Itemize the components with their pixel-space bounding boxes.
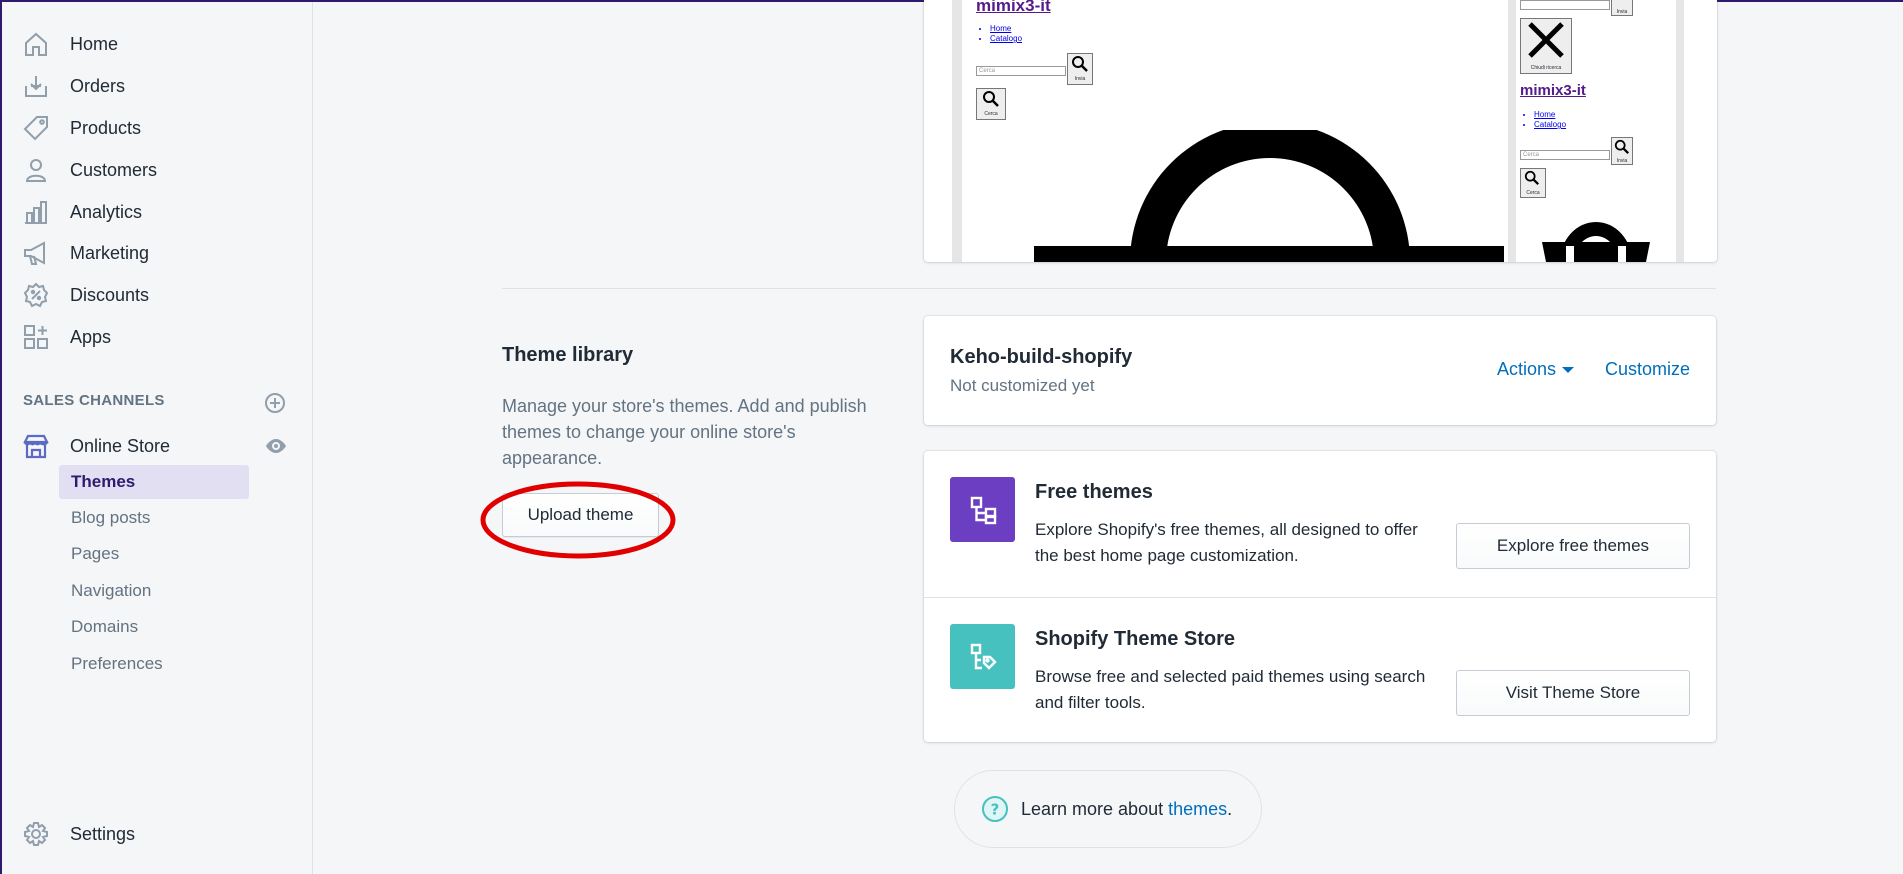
preview-search-icon — [1072, 56, 1088, 72]
help-icon: ? — [982, 796, 1008, 822]
mobile-cart-icon — [1542, 222, 1650, 262]
theme-status: Not customized yet — [950, 376, 1095, 395]
nav-label: Discounts — [70, 284, 150, 305]
eye-icon[interactable] — [264, 436, 288, 456]
theme-stores-card: Free themes Explore Shopify's free theme… — [924, 451, 1716, 742]
sub-item-preferences[interactable]: Preferences — [59, 647, 249, 681]
free-themes-row: Free themes Explore Shopify's free theme… — [924, 451, 1716, 596]
preview-link: Catalogo — [1534, 120, 1566, 130]
svg-text:?: ? — [991, 801, 1000, 819]
mobile-search-input-2: Cerca — [1520, 150, 1610, 160]
sub-item-blog-posts[interactable]: Blog posts — [59, 501, 249, 535]
home-icon — [25, 32, 47, 56]
nav-settings[interactable]: Settings — [22, 817, 135, 851]
nav-marketing[interactable]: Marketing — [22, 236, 149, 270]
nav-customers[interactable]: Customers — [22, 153, 157, 187]
theme-store-icon — [950, 624, 1015, 689]
theme-library-title: Theme library — [502, 344, 634, 366]
preview-store-title: mimix3-it — [976, 0, 1051, 15]
add-channel-icon[interactable] — [264, 392, 286, 414]
theme-store-description: Browse free and selected paid themes usi… — [1035, 667, 1426, 712]
nav-products[interactable]: Products — [22, 111, 141, 145]
upload-theme-button[interactable]: Upload theme — [502, 493, 659, 537]
free-themes-description: Explore Shopify's free themes, all desig… — [1035, 520, 1418, 565]
mobile-submit-button: Invia — [1611, 0, 1633, 16]
section-divider — [502, 288, 1716, 289]
sub-item-pages[interactable]: Pages — [59, 537, 249, 571]
preview-search-icon — [983, 91, 999, 107]
close-icon — [1528, 22, 1564, 58]
preview-search-icon — [1614, 139, 1630, 155]
nav-orders[interactable]: Orders — [22, 69, 125, 103]
visit-theme-store-button[interactable]: Visit Theme Store — [1456, 670, 1690, 716]
preview-link: Home — [1534, 110, 1566, 120]
preview-link: Home — [990, 24, 1022, 34]
mobile-store-title: mimix3-it — [1520, 82, 1586, 99]
preview-cart-icon — [1034, 130, 1504, 262]
preview-links: Home Catalogo — [976, 24, 1022, 44]
nav-apps[interactable]: Apps — [22, 320, 111, 354]
theme-library-description: Manage your store's themes. Add and publ… — [502, 396, 867, 468]
nav-label: Apps — [70, 326, 112, 347]
desktop-preview: mimix3-it Home Catalogo Cerca Invia Cerc… — [952, 0, 1504, 262]
sales-channels-title: SALES CHANNELS — [23, 392, 165, 409]
actions-dropdown[interactable]: Actions — [1497, 359, 1575, 380]
nav-discounts[interactable]: Discounts — [22, 278, 149, 312]
discount-icon — [23, 282, 49, 308]
learn-more-suffix: . — [1227, 798, 1233, 819]
nav-label: Customers — [70, 159, 158, 180]
caret-down-icon — [1562, 366, 1575, 373]
free-themes-icon — [950, 477, 1015, 542]
learn-more-pill: ? Learn more about themes. — [954, 770, 1262, 848]
orders-icon — [25, 76, 47, 97]
nav-label: Settings — [70, 823, 136, 844]
nav-label: Products — [70, 117, 142, 138]
sub-item-domains[interactable]: Domains — [59, 610, 249, 644]
theme-name: Keho-build-shopify — [950, 346, 1133, 368]
sidebar: Home Orders Products Customers Analytics… — [2, 2, 313, 874]
mobile-search-input — [1520, 0, 1610, 10]
mobile-links: Home Catalogo — [1520, 110, 1566, 130]
nav-label: Analytics — [70, 201, 143, 222]
themes-link[interactable]: themes — [1168, 799, 1227, 820]
nav-online-store[interactable]: Online Store — [22, 429, 170, 463]
nav-label: Orders — [70, 75, 126, 96]
gear-icon — [24, 822, 48, 846]
bar-chart-icon — [25, 201, 47, 224]
megaphone-icon — [24, 241, 45, 265]
nav-analytics[interactable]: Analytics — [22, 195, 142, 229]
learn-more-text: Learn more about — [1021, 798, 1164, 819]
theme-store-row: Shopify Theme Store Browse free and sele… — [924, 597, 1716, 743]
theme-store-title: Shopify Theme Store — [1035, 628, 1236, 650]
explore-free-themes-button[interactable]: Explore free themes — [1456, 523, 1690, 569]
theme-card: Keho-build-shopify Not customized yet Ac… — [924, 316, 1716, 425]
sub-item-navigation[interactable]: Navigation — [59, 574, 249, 608]
actions-label: Actions — [1497, 359, 1557, 379]
person-icon — [25, 159, 47, 182]
store-icon — [23, 434, 49, 459]
mobile-preview: Invia Chiudi ricerca mimix3-it Home Cata… — [1508, 0, 1684, 262]
sub-item-themes[interactable]: Themes — [59, 465, 249, 499]
theme-preview: mimix3-it Home Catalogo Cerca Invia Cerc… — [924, 0, 1717, 262]
customize-link[interactable]: Customize — [1605, 359, 1690, 380]
apps-icon — [24, 325, 48, 349]
nav-home[interactable]: Home — [22, 27, 118, 61]
tag-icon — [23, 116, 48, 141]
nav-label: Marketing — [70, 242, 150, 263]
preview-search-input: Cerca — [976, 66, 1066, 76]
nav-label: Online Store — [70, 435, 171, 456]
free-themes-title: Free themes — [1035, 481, 1153, 503]
preview-search-icon — [1524, 170, 1540, 186]
nav-label: Home — [70, 33, 119, 54]
preview-link: Catalogo — [990, 34, 1022, 44]
